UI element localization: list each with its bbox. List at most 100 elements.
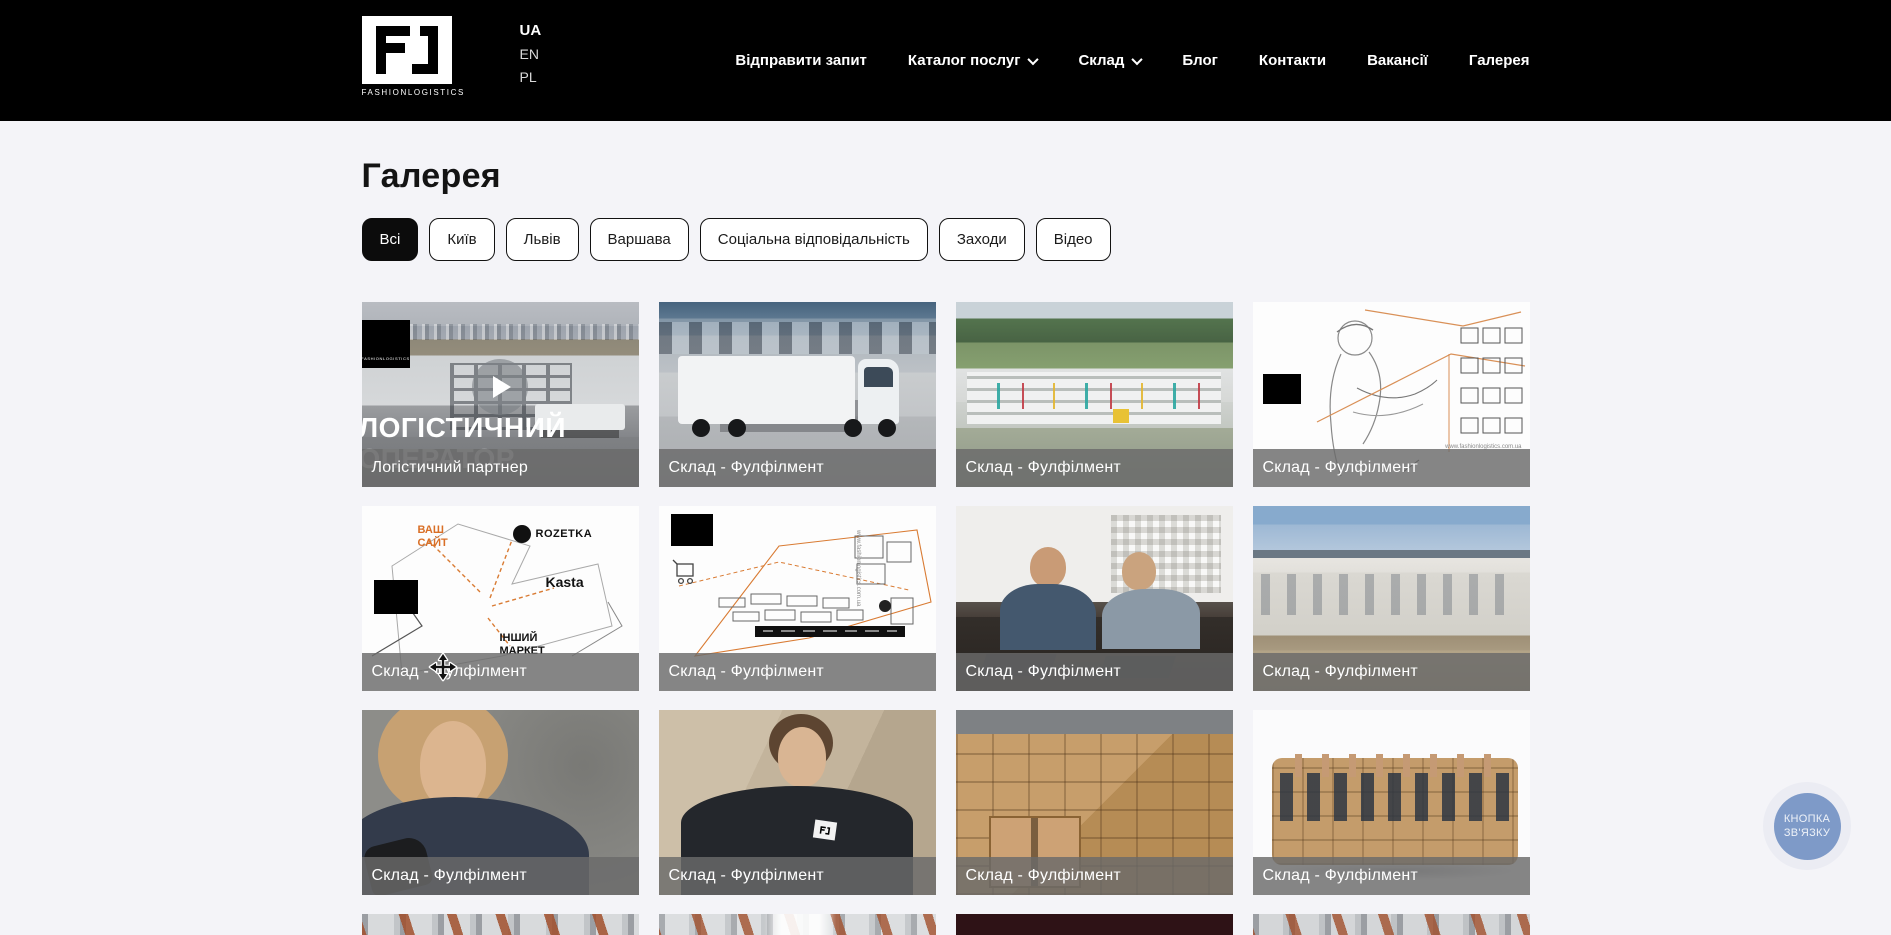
- roofline-shape: [1253, 550, 1530, 557]
- play-icon: [493, 376, 511, 398]
- card-caption: Склад - Фулфілмент: [956, 653, 1233, 691]
- person-face-shape: [420, 721, 486, 809]
- nav-gallery-label: Галерея: [1469, 52, 1530, 69]
- filter-events[interactable]: Заходи: [939, 218, 1025, 261]
- fl-logo-overlay-text: FASHIONLOGISTICS: [362, 356, 410, 361]
- label-kasta: Kasta: [546, 574, 584, 590]
- warehouse-racks-photo: [362, 914, 639, 935]
- filter-lviv[interactable]: Львів: [506, 218, 579, 261]
- card-caption: Склад - Фулфілмент: [956, 857, 1233, 895]
- main-nav: Відправити запит Каталог послуг Склад Бл…: [735, 0, 1529, 121]
- nav-warehouse[interactable]: Склад: [1078, 52, 1141, 69]
- gallery-filters: Всі Київ Львів Варшава Соціальна відпові…: [362, 218, 1530, 261]
- nav-services-catalog-label: Каталог послуг: [908, 52, 1021, 69]
- card-caption: Склад - Фулфілмент: [1253, 653, 1530, 691]
- person-torso-shape: [1000, 584, 1096, 650]
- card-caption: Склад - Фулфілмент: [362, 857, 639, 895]
- contact-float-label-line2: ЗВ'ЯЗКУ: [1784, 826, 1830, 840]
- building-windows-texture: [659, 322, 936, 353]
- brand-name: FASHIONLOGISTICS: [362, 88, 452, 97]
- language-switcher: UA EN PL: [520, 22, 542, 85]
- yellow-building-shape: [1113, 409, 1129, 423]
- filter-kyiv[interactable]: Київ: [429, 218, 494, 261]
- nav-send-request-label: Відправити запит: [735, 52, 867, 69]
- team-heads-texture: [1286, 754, 1508, 776]
- gallery-grid: FASHIONLOGISTICS ЛОГІСТИЧНИЙ ОПЕРАТОР Ло…: [362, 302, 1530, 935]
- card-caption: Логістичний партнер: [362, 449, 639, 487]
- warehouse-racks-photo: [1253, 914, 1530, 935]
- truck-cab-shape: [858, 359, 900, 424]
- site-header: FASHIONLOGISTICS UA EN PL Відправити зап…: [0, 0, 1891, 121]
- label-your-site: ВАШ САЙТ: [418, 524, 464, 549]
- fl-logo-overlay: [671, 514, 713, 546]
- facade-accents-texture: [967, 383, 1222, 409]
- filter-all[interactable]: Всі: [362, 218, 419, 261]
- play-button[interactable]: [472, 359, 528, 415]
- contact-float-button[interactable]: КНОПКА ЗВ'ЯЗКУ: [1763, 782, 1851, 870]
- card-caption: Склад - Фулфілмент: [1253, 449, 1530, 487]
- gallery-card[interactable]: www.fashionlogistics.com.ua Склад - Фулф…: [659, 506, 936, 691]
- warehouse-racks-photo: [659, 914, 936, 935]
- facade-windows-texture: [1261, 574, 1521, 615]
- gallery-card[interactable]: Склад - Фулфілмент: [956, 506, 1233, 691]
- lang-pl[interactable]: PL: [520, 69, 542, 85]
- video-overlay-title-line1: ЛОГІСТИЧНИЙ: [362, 412, 566, 444]
- nav-blog[interactable]: Блог: [1182, 52, 1218, 69]
- gallery-card[interactable]: www.fashionlogistics.com.ua Склад - Фулф…: [1253, 302, 1530, 487]
- dark-warehouse-photo: [956, 914, 1233, 935]
- gallery-card[interactable]: [1253, 914, 1530, 935]
- contact-float-label-line1: КНОПКА: [1784, 812, 1830, 826]
- fl-logo-patch: [812, 820, 836, 841]
- label-rozetka: ROZETKA: [536, 528, 593, 541]
- nav-send-request[interactable]: Відправити запит: [735, 52, 867, 69]
- card-caption: Склад - Фулфілмент: [362, 653, 639, 691]
- nav-warehouse-label: Склад: [1078, 52, 1124, 69]
- nav-services-catalog[interactable]: Каталог послуг: [908, 52, 1038, 69]
- chevron-down-icon: [1028, 53, 1039, 64]
- truck-wheels-shape: [692, 419, 710, 437]
- gallery-card[interactable]: [956, 914, 1233, 935]
- person-head-shape: [1122, 552, 1156, 590]
- filter-social-responsibility[interactable]: Соціальна відповідальність: [700, 218, 928, 261]
- nav-blog-label: Блог: [1182, 52, 1218, 69]
- filter-warsaw[interactable]: Варшава: [590, 218, 689, 261]
- lang-en[interactable]: EN: [520, 46, 542, 62]
- fl-logo-overlay: [1263, 374, 1301, 404]
- truck-trailer-shape: [678, 356, 855, 424]
- gallery-card[interactable]: Склад - Фулфілмент: [1253, 506, 1530, 691]
- filter-video[interactable]: Відео: [1036, 218, 1111, 261]
- card-caption: Склад - Фулфілмент: [659, 857, 936, 895]
- gallery-card[interactable]: Склад - Фулфілмент: [1253, 710, 1530, 895]
- fl-logo-overlay: FASHIONLOGISTICS: [362, 320, 410, 368]
- nav-contacts-label: Контакти: [1259, 52, 1326, 69]
- chevron-down-icon: [1132, 53, 1143, 64]
- person-torso-shape: [1102, 589, 1200, 649]
- card-caption: Склад - Фулфілмент: [659, 653, 936, 691]
- gallery-page: { "header": { "brand": "FASHIONLOGISTICS…: [0, 0, 1891, 935]
- nav-vacancies-label: Вакансії: [1367, 52, 1428, 69]
- person-face-shape: [778, 727, 826, 787]
- card-caption: Склад - Фулфілмент: [956, 449, 1233, 487]
- brand-logo[interactable]: FASHIONLOGISTICS: [362, 16, 452, 97]
- team-figures-texture: [1280, 773, 1513, 821]
- site-url-vertical-text: www.fashionlogistics.com.ua: [855, 530, 861, 606]
- nav-vacancies[interactable]: Вакансії: [1367, 52, 1428, 69]
- card-caption: Склад - Фулфілмент: [659, 449, 936, 487]
- gallery-card[interactable]: Склад - Фулфілмент: [659, 302, 936, 487]
- gallery-card-video[interactable]: FASHIONLOGISTICS ЛОГІСТИЧНИЙ ОПЕРАТОР Ло…: [362, 302, 639, 487]
- brand-logo-icon: [362, 16, 452, 84]
- page-title: Галерея: [362, 157, 1530, 195]
- lang-ua[interactable]: UA: [520, 22, 542, 39]
- person-head-shape: [1030, 547, 1066, 587]
- card-caption: Склад - Фулфілмент: [1253, 857, 1530, 895]
- gallery-card[interactable]: ВАШ САЙТ ROZETKA Kasta ІНШИЙ МАРКЕТ Скла…: [362, 506, 639, 691]
- gallery-card[interactable]: Склад - Фулфілмент: [956, 710, 1233, 895]
- gallery-card[interactable]: [659, 914, 936, 935]
- gallery-card[interactable]: [362, 914, 639, 935]
- gallery-card[interactable]: Склад - Фулфілмент: [362, 710, 639, 895]
- nav-contacts[interactable]: Контакти: [1259, 52, 1326, 69]
- gallery-main: Галерея Всі Київ Львів Варшава Соціальна…: [362, 157, 1530, 935]
- gallery-card[interactable]: Склад - Фулфілмент: [659, 710, 936, 895]
- nav-gallery[interactable]: Галерея: [1469, 52, 1530, 69]
- gallery-card[interactable]: Склад - Фулфілмент: [956, 302, 1233, 487]
